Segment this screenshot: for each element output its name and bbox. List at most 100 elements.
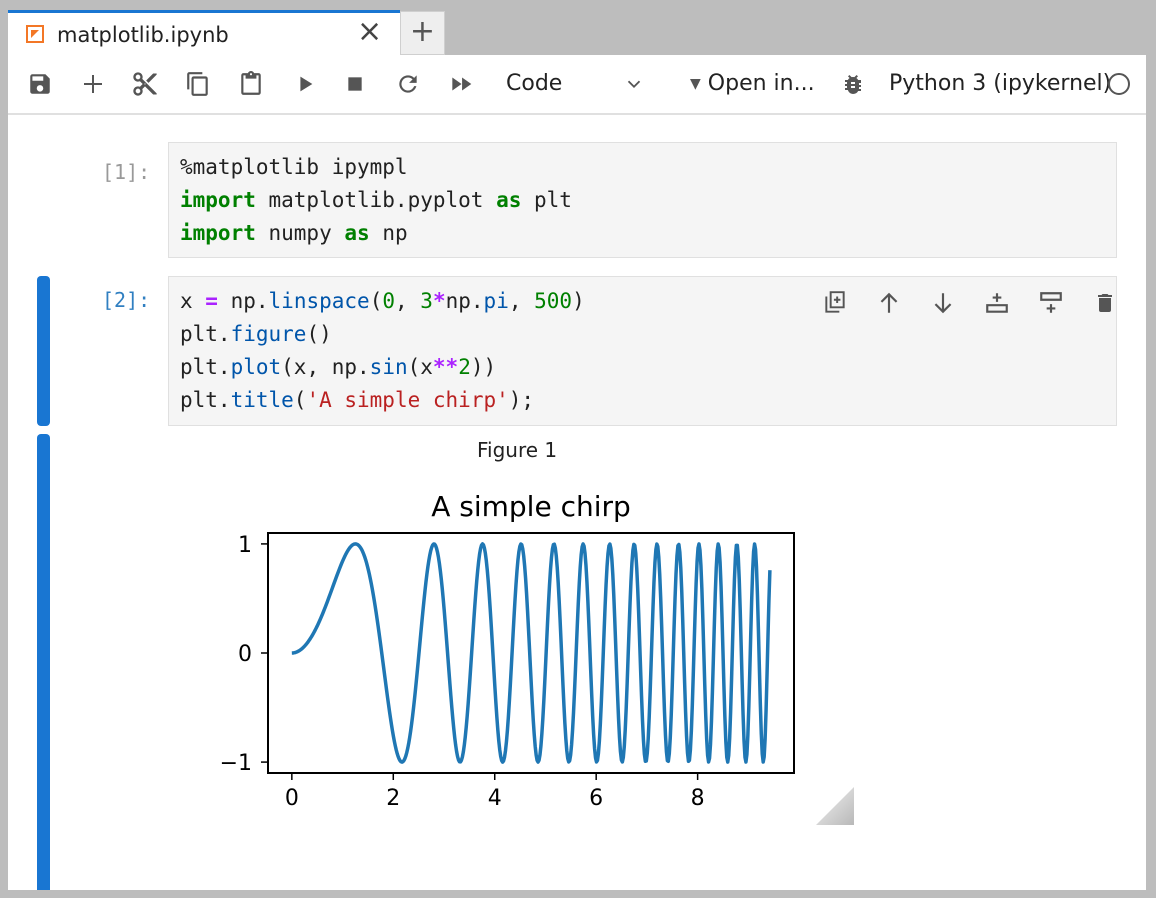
insert-below-button[interactable] — [1034, 286, 1068, 320]
code-token: ) — [572, 289, 585, 313]
code-token: plt. — [180, 388, 231, 412]
run-all-button[interactable] — [446, 69, 476, 99]
code-token: import — [180, 188, 256, 212]
x-tick-label: 8 — [691, 786, 705, 811]
code-cell-2[interactable]: [2]: x = np.linspace(0, 3*np.pi, 500) plt… — [8, 276, 1146, 426]
figure-label: Figure 1 — [477, 438, 558, 462]
code-token: matplotlib.pyplot — [255, 188, 497, 212]
scissors-icon — [133, 72, 157, 96]
code-token: ** — [432, 355, 459, 379]
input-prompt: [2]: — [102, 288, 151, 312]
move-up-button[interactable] — [872, 286, 906, 320]
kernel-name[interactable]: Python 3 (ipykernel) — [889, 71, 1111, 96]
cell-output-collapser[interactable] — [37, 434, 50, 890]
code-token: (x — [407, 355, 433, 379]
chart-canvas[interactable]: A simple chirp 0 2 4 6 8 −1 0 1 — [190, 472, 810, 812]
y-tick-label: −1 — [220, 751, 252, 776]
code-line: import matplotlib.pyplot as plt — [180, 184, 1105, 217]
save-button[interactable] — [25, 69, 55, 99]
tab-title: matplotlib.ipynb — [57, 23, 229, 47]
code-token: * — [432, 289, 446, 313]
code-token: ); — [508, 388, 535, 412]
fast-forward-icon — [452, 77, 472, 91]
caret-down-icon: ▼ — [690, 76, 701, 92]
copy-icon — [187, 72, 208, 96]
move-down-button[interactable] — [926, 286, 960, 320]
interrupt-button[interactable] — [340, 69, 370, 99]
duplicate-cell-button[interactable] — [818, 286, 852, 320]
code-token: np. — [445, 289, 484, 313]
code-token: title — [230, 388, 294, 412]
code-token: np — [369, 221, 408, 245]
notebook-toolbar: Code ▼ Open in... Python 3 (ipykernel) — [8, 55, 1146, 115]
series-line-sin-x2 — [291, 542, 772, 764]
delete-cell-button[interactable] — [1088, 286, 1122, 320]
code-token: figure — [230, 322, 307, 346]
code-token: as — [496, 188, 522, 212]
output-area: Figure 1 A simple chirp 0 2 4 6 8 −1 0 1 — [8, 434, 1146, 890]
close-tab-icon[interactable]: × — [357, 17, 382, 47]
arrow-up-icon — [880, 292, 898, 313]
cut-button[interactable] — [130, 69, 160, 99]
x-tick-label: 0 — [285, 786, 299, 811]
figure-resize-handle[interactable] — [816, 787, 854, 825]
code-line: plt.plot(x, np.sin(x**2)) — [180, 351, 1105, 384]
cell-type-select[interactable]: Code — [506, 71, 562, 96]
insert-below-icon — [1040, 292, 1062, 313]
code-token: = — [205, 289, 218, 313]
restart-button[interactable] — [393, 69, 423, 99]
code-token: numpy — [255, 221, 345, 245]
code-token: np. — [217, 289, 269, 313]
cell-toolbar — [818, 286, 1122, 320]
code-token: 2 — [458, 355, 471, 379]
code-token: 3 — [420, 289, 433, 313]
refresh-icon — [399, 75, 417, 93]
insert-cell-button[interactable] — [78, 69, 108, 99]
open-in-button[interactable]: ▼ Open in... — [690, 71, 815, 96]
code-token: ( — [293, 388, 307, 412]
code-token: import — [180, 221, 256, 245]
play-icon — [300, 76, 313, 92]
insert-above-button[interactable] — [980, 286, 1014, 320]
code-line: plt.figure() — [180, 318, 1105, 351]
code-token: () — [306, 322, 332, 346]
chart-title: A simple chirp — [431, 490, 631, 523]
run-button[interactable] — [290, 69, 320, 99]
code-token: sin — [369, 355, 408, 379]
notebook-icon — [26, 25, 44, 43]
tab-bar: matplotlib.ipynb × + — [8, 8, 1146, 56]
input-prompt: [1]: — [102, 160, 151, 184]
code-cell-1[interactable]: [1]: %matplotlib ipympl import matplotlib… — [8, 142, 1146, 258]
notebook-cells: [1]: %matplotlib ipympl import matplotlib… — [8, 117, 1146, 890]
code-token: pi — [483, 289, 509, 313]
bug-icon — [845, 75, 861, 94]
plus-icon — [84, 75, 102, 93]
notebook-panel: Code ▼ Open in... Python 3 (ipykernel) [… — [8, 55, 1146, 890]
code-token: plot — [230, 355, 282, 379]
debugger-button[interactable] — [838, 69, 868, 99]
paste-button[interactable] — [236, 69, 266, 99]
code-token: 500 — [534, 289, 573, 313]
code-token: x — [180, 289, 206, 313]
code-line: %matplotlib ipympl — [180, 151, 1105, 184]
code-line: import numpy as np — [180, 217, 1105, 250]
x-tick-label: 6 — [589, 786, 603, 811]
open-in-label: Open in... — [707, 71, 815, 96]
code-editor[interactable]: %matplotlib ipympl import matplotlib.pypl… — [168, 142, 1117, 258]
tab-matplotlib-ipynb[interactable]: matplotlib.ipynb × — [8, 10, 400, 56]
code-token: 0 — [382, 289, 395, 313]
code-token: (x, np. — [281, 355, 370, 379]
code-token: , — [508, 289, 535, 313]
insert-above-icon — [986, 293, 1008, 313]
y-tick-label: 0 — [238, 642, 252, 667]
code-token: plt. — [180, 322, 231, 346]
chevron-down-icon[interactable] — [623, 73, 645, 99]
cell-input-collapser[interactable] — [37, 276, 50, 426]
duplicate-icon — [825, 291, 845, 313]
copy-button[interactable] — [183, 69, 213, 99]
clipboard-icon — [241, 71, 261, 95]
code-token: plt. — [180, 355, 231, 379]
trash-icon — [1098, 294, 1112, 312]
code-token: %matplotlib ipympl — [180, 155, 408, 179]
add-tab-button[interactable]: + — [400, 11, 445, 55]
